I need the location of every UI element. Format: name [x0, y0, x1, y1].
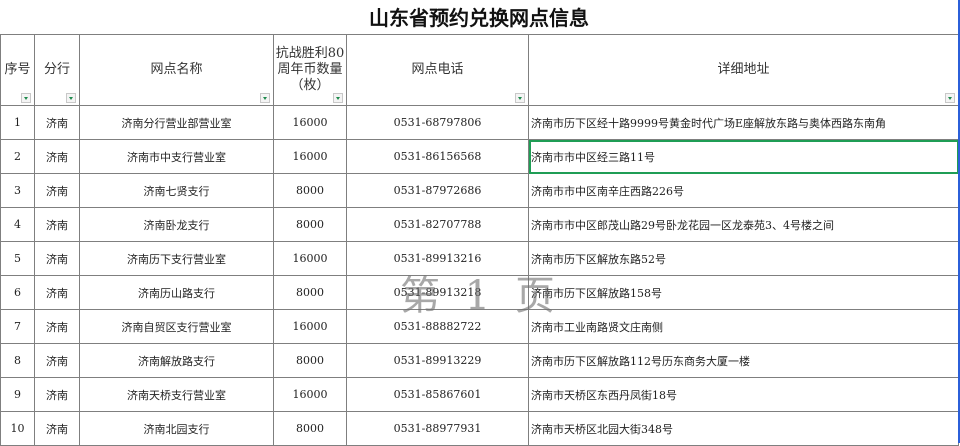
- cell-branch[interactable]: 济南: [34, 105, 80, 140]
- cell-outlet-name[interactable]: 济南历下支行营业室: [79, 241, 274, 276]
- filter-dropdown-icon[interactable]: [260, 93, 270, 103]
- cell-phone[interactable]: 0531-89913229: [346, 343, 529, 378]
- cell-coin-quantity[interactable]: 8000: [273, 207, 347, 242]
- filter-dropdown-icon[interactable]: [515, 93, 525, 103]
- filter-dropdown-icon[interactable]: [66, 93, 76, 103]
- cell-address[interactable]: 济南市历下区经十路9999号黄金时代广场E座解放东路与奥体西路东南角: [528, 105, 959, 140]
- column-header-phone: 网点电话: [346, 34, 529, 106]
- cell-outlet-name[interactable]: 济南天桥支行营业室: [79, 377, 274, 412]
- column-header-address: 详细地址: [528, 34, 959, 106]
- cell-phone[interactable]: 0531-89913216: [346, 241, 529, 276]
- cell-address[interactable]: 济南市历下区解放路158号: [528, 275, 959, 310]
- cell-coin-quantity[interactable]: 16000: [273, 139, 347, 174]
- column-header-label: 抗战胜利80周年币数量（枚）: [275, 46, 345, 93]
- cell-branch[interactable]: 济南: [34, 343, 80, 378]
- cell-phone[interactable]: 0531-88977931: [346, 411, 529, 446]
- cell-seq[interactable]: 10: [0, 411, 35, 446]
- cell-address[interactable]: 济南市历下区解放东路52号: [528, 241, 959, 276]
- cell-outlet-name[interactable]: 济南七贤支行: [79, 173, 274, 208]
- table-row: 2 济南 济南市中支行营业室 16000 0531-86156568 济南市市中区经三路1…: [0, 139, 959, 174]
- cell-outlet-name[interactable]: 济南历山路支行: [79, 275, 274, 310]
- table-row: 9 济南 济南天桥支行营业室 16000 0531-85867601 济南市天桥区东西丹凤…: [0, 377, 959, 412]
- cell-branch[interactable]: 济南: [34, 411, 80, 446]
- table-row: 10 济南 济南北园支行 8000 0531-88977931 济南市天桥区北园大街348…: [0, 411, 959, 446]
- cell-phone[interactable]: 0531-68797806: [346, 105, 529, 140]
- cell-outlet-name[interactable]: 济南北园支行: [79, 411, 274, 446]
- cell-coin-quantity[interactable]: 8000: [273, 275, 347, 310]
- filter-dropdown-icon[interactable]: [333, 93, 343, 103]
- cell-phone[interactable]: 0531-85867601: [346, 377, 529, 412]
- table-row: 4 济南 济南卧龙支行 8000 0531-82707788 济南市市中区郎茂山路29号卧…: [0, 207, 959, 242]
- sheet-title: 山东省预约兑换网点信息: [369, 6, 589, 30]
- cell-address[interactable]: 济南市天桥区东西丹凤街18号: [528, 377, 959, 412]
- outlet-table: 序号 分行 网点名称 抗战胜利80周年币数量（枚） 网点电话 详细地址 1 济南 济南分行营业…: [0, 34, 959, 446]
- filter-dropdown-icon[interactable]: [21, 93, 31, 103]
- column-header-label: 分行: [43, 62, 70, 77]
- cell-branch[interactable]: 济南: [34, 241, 80, 276]
- column-header-label: 网点电话: [411, 62, 464, 77]
- cell-phone[interactable]: 0531-82707788: [346, 207, 529, 242]
- cell-coin-quantity[interactable]: 8000: [273, 411, 347, 446]
- filter-dropdown-icon[interactable]: [945, 93, 955, 103]
- cell-coin-quantity[interactable]: 8000: [273, 343, 347, 378]
- cell-coin-quantity[interactable]: 16000: [273, 377, 347, 412]
- cell-seq[interactable]: 8: [0, 343, 35, 378]
- cell-seq[interactable]: 7: [0, 309, 35, 344]
- cell-seq[interactable]: 9: [0, 377, 35, 412]
- cell-address[interactable]: 济南市市中区经三路11号: [528, 139, 959, 174]
- table-row: 5 济南 济南历下支行营业室 16000 0531-89913216 济南市历下区解放东路…: [0, 241, 959, 276]
- column-header-label: 详细地址: [717, 62, 770, 77]
- cell-phone[interactable]: 0531-87972686: [346, 173, 529, 208]
- table-row: 6 济南 济南历山路支行 8000 0531-89913218 济南市历下区解放路158号: [0, 275, 959, 310]
- cell-outlet-name[interactable]: 济南市中支行营业室: [79, 139, 274, 174]
- cell-branch[interactable]: 济南: [34, 309, 80, 344]
- cell-branch[interactable]: 济南: [34, 207, 80, 242]
- cell-seq[interactable]: 4: [0, 207, 35, 242]
- column-header-seq: 序号: [0, 34, 35, 106]
- table-row: 3 济南 济南七贤支行 8000 0531-87972686 济南市市中区南辛庄西路226…: [0, 173, 959, 208]
- cell-branch[interactable]: 济南: [34, 377, 80, 412]
- cell-seq[interactable]: 1: [0, 105, 35, 140]
- column-header-branch: 分行: [34, 34, 80, 106]
- column-header-label: 序号: [4, 62, 31, 77]
- cell-phone[interactable]: 0531-86156568: [346, 139, 529, 174]
- cell-seq[interactable]: 6: [0, 275, 35, 310]
- cell-address[interactable]: 济南市天桥区北园大街348号: [528, 411, 959, 446]
- table-row: 8 济南 济南解放路支行 8000 0531-89913229 济南市历下区解放路112号…: [0, 343, 959, 378]
- cell-address[interactable]: 济南市市中区郎茂山路29号卧龙花园一区龙泰苑3、4号楼之间: [528, 207, 959, 242]
- cell-coin-quantity[interactable]: 16000: [273, 309, 347, 344]
- cell-phone[interactable]: 0531-89913218: [346, 275, 529, 310]
- cell-branch[interactable]: 济南: [34, 139, 80, 174]
- cell-seq[interactable]: 3: [0, 173, 35, 208]
- cell-seq[interactable]: 5: [0, 241, 35, 276]
- cell-address[interactable]: 济南市市中区南辛庄西路226号: [528, 173, 959, 208]
- cell-coin-quantity[interactable]: 16000: [273, 241, 347, 276]
- cell-phone[interactable]: 0531-88882722: [346, 309, 529, 344]
- cell-coin-quantity[interactable]: 16000: [273, 105, 347, 140]
- cell-outlet-name[interactable]: 济南解放路支行: [79, 343, 274, 378]
- table-row: 1 济南 济南分行营业部营业室 16000 0531-68797806 济南市历下区经十路…: [0, 105, 959, 140]
- cell-seq[interactable]: 2: [0, 139, 35, 174]
- column-header-coin-quantity: 抗战胜利80周年币数量（枚）: [273, 34, 347, 106]
- column-header-outlet-name: 网点名称: [79, 34, 274, 106]
- table-row: 7 济南 济南自贸区支行营业室 16000 0531-88882722 济南市工业南路贤文…: [0, 309, 959, 344]
- cell-address[interactable]: 济南市工业南路贤文庄南侧: [528, 309, 959, 344]
- cell-outlet-name[interactable]: 济南卧龙支行: [79, 207, 274, 242]
- cell-address[interactable]: 济南市历下区解放路112号历东商务大厦一楼: [528, 343, 959, 378]
- cell-coin-quantity[interactable]: 8000: [273, 173, 347, 208]
- cell-branch[interactable]: 济南: [34, 173, 80, 208]
- cell-branch[interactable]: 济南: [34, 275, 80, 310]
- cell-outlet-name[interactable]: 济南自贸区支行营业室: [79, 309, 274, 344]
- cell-outlet-name[interactable]: 济南分行营业部营业室: [79, 105, 274, 140]
- column-header-label: 网点名称: [150, 62, 203, 77]
